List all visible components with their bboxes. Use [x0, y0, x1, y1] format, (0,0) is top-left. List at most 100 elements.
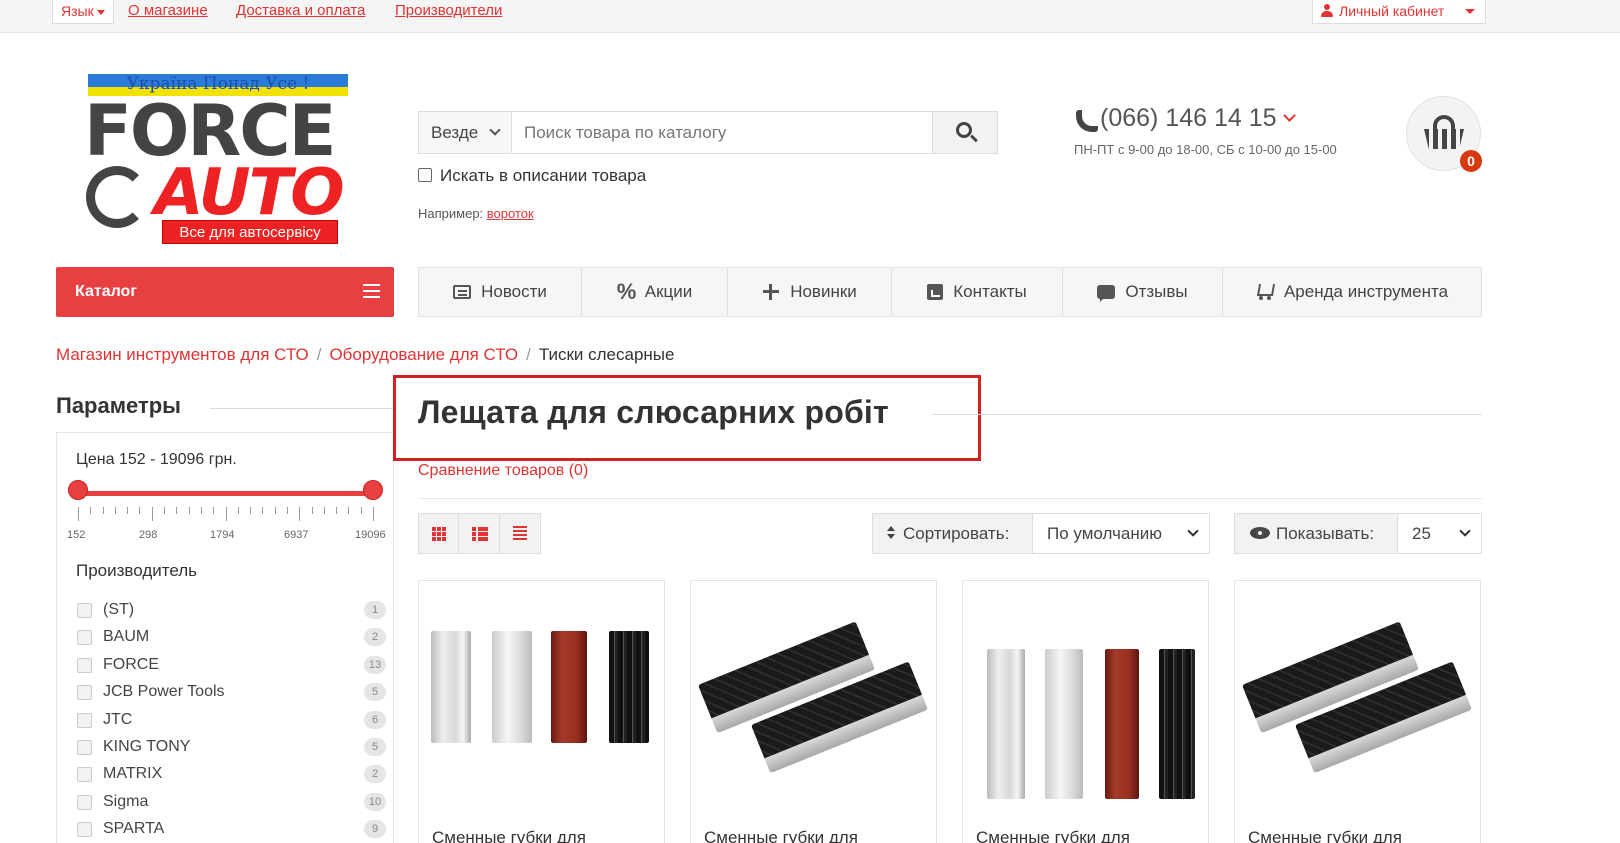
manufacturer-option[interactable]: SPARTA 9 — [76, 820, 386, 843]
site-logo[interactable]: Україна Понад Усе ! FORCE AUTO Все для а… — [84, 74, 348, 246]
checkbox[interactable] — [77, 712, 92, 728]
checkbox[interactable] — [77, 794, 92, 810]
slider-tick — [127, 507, 129, 514]
product-card[interactable]: Сменные губки для — [418, 580, 665, 843]
manufacturer-name: JCB Power Tools — [103, 683, 225, 701]
manufacturer-option[interactable]: BAUM 2 — [76, 628, 386, 655]
eye-icon — [1250, 527, 1270, 539]
nav-new-products[interactable]: Новинки — [728, 268, 892, 316]
per-page-label: Показывать: — [1235, 514, 1398, 553]
manufacturer-option[interactable]: Sigma 10 — [76, 792, 386, 820]
product-card[interactable]: Сменные губки для — [962, 580, 1209, 843]
count-badge: 2 — [364, 765, 386, 784]
search-icon — [956, 122, 972, 138]
count-badge: 5 — [364, 683, 386, 702]
product-image-rubber-jaws[interactable] — [1241, 601, 1473, 781]
search-description-checkbox[interactable]: Искать в описании товара — [418, 166, 646, 186]
checkbox[interactable] — [77, 657, 92, 673]
checkbox[interactable] — [77, 739, 92, 755]
basket-icon — [1424, 115, 1464, 151]
search-input[interactable] — [512, 112, 932, 153]
price-slider-max-handle[interactable] — [363, 480, 383, 500]
compare-products-link[interactable]: Сравнение товаров (0) — [418, 462, 588, 480]
product-card[interactable]: Сменные губки для — [690, 580, 937, 843]
checkbox[interactable] — [77, 630, 92, 646]
manufacturer-name: KING TONY — [103, 737, 191, 755]
delivery-link[interactable]: Доставка и оплата — [236, 2, 365, 19]
search-example-link[interactable]: вороток — [487, 206, 534, 221]
manufacturer-filter-title: Производитель — [76, 561, 198, 580]
sort-control: Сортировать: По умолчанию — [872, 513, 1210, 554]
per-page-control: Показывать: 25 — [1234, 513, 1482, 554]
nav-reviews[interactable]: Отзывы — [1063, 268, 1223, 316]
manufacturer-option[interactable]: MATRIX 2 — [76, 765, 386, 792]
per-page-select[interactable]: 25 — [1398, 514, 1481, 553]
manufacturer-option[interactable]: JCB Power Tools 5 — [76, 683, 386, 710]
checkbox[interactable] — [77, 822, 92, 838]
slider-tick — [250, 507, 252, 514]
manufacturer-name: JTC — [103, 710, 133, 728]
nav-label: Акции — [644, 282, 693, 301]
product-name[interactable]: Сменные губки для — [1248, 828, 1402, 843]
tick-label: 6937 — [284, 529, 309, 541]
grid-view-icon[interactable] — [419, 514, 460, 553]
search-button[interactable] — [932, 112, 997, 153]
checkbox[interactable] — [77, 767, 92, 783]
search-scope-select[interactable]: Везде — [419, 112, 512, 153]
slider-tick — [262, 507, 264, 514]
nav-contacts[interactable]: Контакты — [892, 268, 1063, 316]
product-image-rubber-jaws[interactable] — [697, 601, 929, 781]
manufacturer-option[interactable]: JTC 6 — [76, 710, 386, 738]
main-nav: Новости Акции Новинки Контакты Отзывы Ар… — [418, 267, 1482, 317]
account-dropdown[interactable]: Личный кабинет — [1312, 0, 1486, 24]
count-badge: 6 — [364, 710, 386, 729]
list-view-icon[interactable] — [459, 514, 500, 553]
manufacturer-option[interactable]: FORCE 13 — [76, 655, 386, 683]
count-badge: 2 — [364, 628, 386, 647]
manufacturer-name: FORCE — [103, 655, 159, 673]
price-slider-ticks — [78, 507, 374, 521]
compact-list-icon[interactable] — [500, 514, 540, 553]
chevron-down-icon — [1282, 109, 1296, 122]
chevron-down-icon — [1187, 525, 1199, 537]
breadcrumb-link-equipment[interactable]: Оборудование для СТО — [329, 345, 518, 364]
slider-tick — [114, 507, 116, 514]
manufacturer-option[interactable]: KING TONY 5 — [76, 737, 386, 765]
checkbox[interactable] — [77, 603, 92, 618]
manufacturer-name: BAUM — [103, 628, 150, 646]
checkbox[interactable] — [77, 685, 92, 701]
percent-icon — [617, 268, 637, 316]
divider — [210, 408, 394, 409]
price-slider-min-handle[interactable] — [68, 480, 88, 500]
product-name[interactable]: Сменные губки для — [704, 828, 858, 843]
product-card[interactable]: Сменные губки для — [1234, 580, 1481, 843]
nav-tool-rental[interactable]: Аренда инструмента — [1223, 268, 1481, 316]
tick-label: 19096 — [355, 529, 386, 541]
breadcrumb-link-home[interactable]: Магазин инструментов для СТО — [56, 345, 309, 364]
catalog-label: Каталог — [75, 283, 137, 300]
menu-icon — [363, 284, 380, 298]
product-name[interactable]: Сменные губки для — [432, 828, 586, 843]
nav-news[interactable]: Новости — [419, 268, 582, 316]
slider-tick — [348, 507, 350, 514]
contact-icon — [927, 284, 944, 300]
about-link[interactable]: О магазине — [128, 2, 208, 19]
slider-tick — [286, 507, 288, 514]
caret-down-icon — [96, 9, 105, 15]
product-image-jaw-strips[interactable] — [429, 601, 654, 781]
product-image-jaw-strips[interactable] — [973, 601, 1198, 799]
checkbox[interactable] — [418, 168, 432, 182]
manufacturers-link[interactable]: Производители — [395, 2, 502, 19]
product-name[interactable]: Сменные губки для — [976, 828, 1130, 843]
cart-count-badge: 0 — [1460, 150, 1482, 172]
slider-tick — [90, 507, 92, 514]
price-slider-track[interactable] — [78, 491, 373, 496]
language-dropdown[interactable]: Язык — [52, 0, 114, 24]
manufacturer-option[interactable]: (ST) 1 — [76, 601, 386, 628]
sort-select[interactable]: По умолчанию — [1033, 514, 1209, 553]
slider-tick — [176, 507, 178, 514]
catalog-button[interactable]: Каталог — [56, 267, 394, 317]
nav-promotions[interactable]: Акции — [582, 268, 728, 316]
phone-dropdown[interactable]: (066) 146 14 15 — [1074, 104, 1296, 133]
cart-button[interactable]: 0 — [1406, 96, 1482, 172]
